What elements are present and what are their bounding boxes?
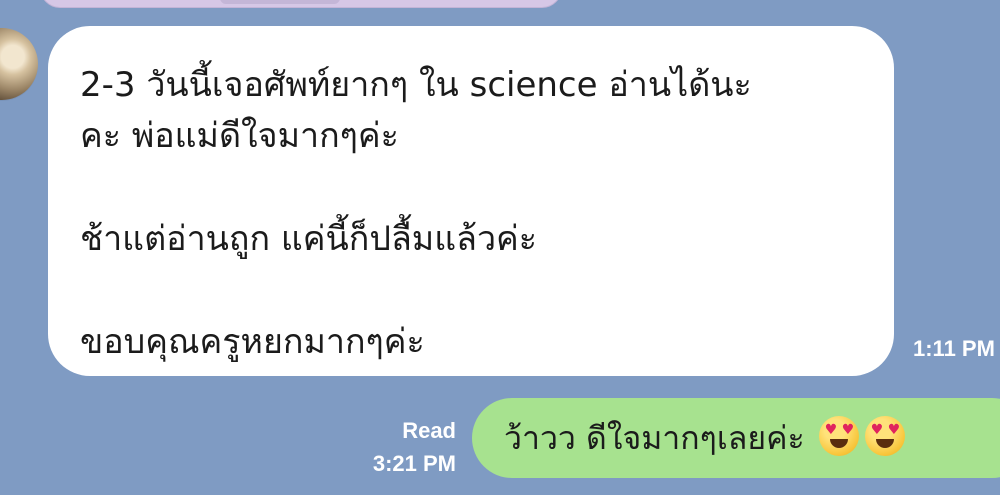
heart-eyes-emoji-icon: ♥ ♥ [864,416,905,456]
heart-eyes-emoji-icon: ♥ ♥ [818,416,859,456]
message-line: ช้าแต่อ่านถูก แค่นี้ก็ปลื้มแล้วค่ะ [80,219,538,259]
message-gap [80,162,848,214]
message-line: ขอบคุณครูหยกมากๆค่ะ [80,322,425,362]
avatar[interactable] [0,28,38,100]
read-status: Read [402,418,456,443]
outgoing-message-text: ว้าวว ดีใจมากๆเลยค่ะ [504,418,805,457]
sticker-preview [220,0,340,4]
chat-screen: 2-3 วันนี้เจอศัพท์ยากๆ ใน science อ่านได… [0,0,1000,495]
outgoing-timestamp: 3:21 PM [372,451,456,476]
message-line: คะ พ่อแม่ดีใจมากๆค่ะ [80,116,399,156]
incoming-message-bubble[interactable]: 2-3 วันนี้เจอศัพท์ยากๆ ใน science อ่านได… [48,26,894,376]
message-gap [80,265,848,317]
incoming-timestamp: 1:11 PM [913,336,995,361]
outgoing-meta: Read 3:21 PM [354,414,456,480]
outgoing-message-bubble[interactable]: ว้าวว ดีใจมากๆเลยค่ะ ♥ ♥ ♥ ♥ [472,398,1000,478]
message-line: 2-3 วันนี้เจอศัพท์ยากๆ ใน science อ่านได… [80,65,752,105]
